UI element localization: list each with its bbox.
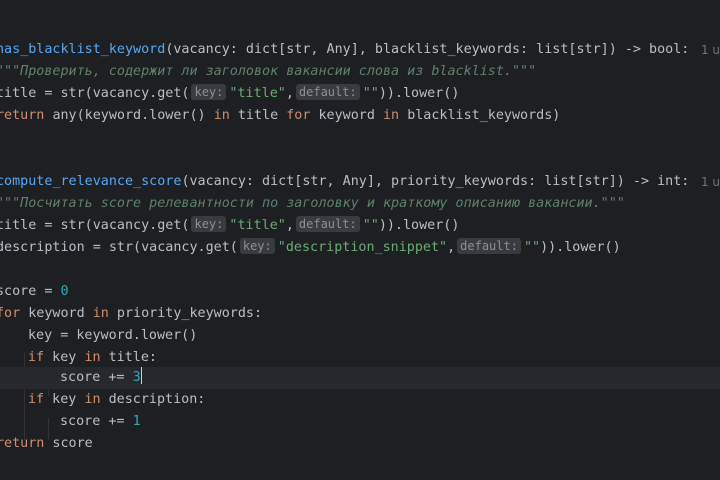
docstring: """Проверить, содержит ли заголовок вака…: [0, 64, 537, 79]
code-line-if-title[interactable]: if key in title:: [28, 347, 157, 369]
code-text: priority_keywords:: [108, 306, 263, 321]
code-line-if-description[interactable]: if key in description:: [28, 389, 205, 411]
code-line-description[interactable]: description = str(vacancy.get(key: "descr…: [0, 237, 621, 259]
code-text: score =: [0, 284, 61, 299]
keyword-in: in: [84, 350, 101, 365]
number-literal: 0: [60, 284, 69, 299]
code-line-inc-title: score += 3: [60, 367, 143, 389]
string-literal: "title": [229, 218, 286, 233]
keyword-return: return: [0, 108, 45, 123]
keyword-in: in: [383, 108, 400, 123]
code-line-docstring[interactable]: """Проверить, содержит ли заголовок вака…: [0, 61, 536, 83]
code-line-docstring[interactable]: """Посчитать score релевантности по заго…: [0, 193, 625, 215]
docstring: """Посчитать score релевантности по заго…: [0, 196, 625, 211]
keyword-in: in: [84, 392, 101, 407]
code-text: key: [44, 392, 85, 407]
keyword-for: for: [0, 306, 21, 321]
function-signature: (vacancy: dict[str, Any], priority_keywo…: [181, 174, 690, 189]
code-text: title:: [100, 350, 157, 365]
string-literal: "": [362, 86, 379, 101]
code-text: title = str(vacancy.get(: [0, 218, 190, 233]
number-literal: 3: [132, 370, 141, 385]
usages-hint[interactable]: 1 u: [701, 39, 720, 61]
code-text: ,: [285, 218, 294, 233]
keyword-if: if: [28, 350, 45, 365]
code-text: key = keyword.lower(): [28, 328, 198, 343]
code-text: description = str(vacancy.get(: [0, 240, 238, 255]
code-text: keyword: [20, 306, 93, 321]
code-line-inc-description[interactable]: score += 1: [60, 411, 141, 433]
function-name: compute_relevance_score: [0, 174, 182, 189]
string-literal: "title": [229, 86, 286, 101]
code-text: )).lower(): [540, 240, 621, 255]
code-text: description:: [100, 392, 206, 407]
code-text: any(keyword.lower(): [52, 108, 206, 123]
code-line-for[interactable]: for keyword in priority_keywords:: [0, 303, 262, 325]
code-text: )).lower(): [378, 86, 460, 101]
string-literal: "description_snippet": [277, 240, 448, 255]
code-text: title: [237, 108, 279, 123]
code-line-return-score[interactable]: return score: [0, 433, 93, 455]
code-text: score +=: [60, 414, 133, 429]
code-line-title[interactable]: title = str(vacancy.get(key: "title", defa…: [0, 83, 459, 105]
string-literal: "": [362, 218, 379, 233]
function-name: has_blacklist_keyword: [0, 42, 166, 57]
usages-hint[interactable]: 1 u: [701, 171, 720, 193]
code-line-score-init[interactable]: score = 0: [0, 281, 69, 303]
code-text: score: [44, 436, 93, 451]
param-hint-key: key:: [191, 216, 227, 232]
code-text: title = str(vacancy.get(: [0, 86, 190, 101]
code-editor[interactable]: has_blacklist_keyword(vacancy: dict[str,…: [0, 0, 720, 480]
code-text: )).lower(): [378, 218, 460, 233]
text-caret: [140, 367, 143, 384]
code-line-title[interactable]: title = str(vacancy.get(key: "title", defa…: [0, 215, 459, 237]
param-hint-default: default:: [295, 216, 360, 232]
param-hint-key: key:: [239, 238, 275, 254]
code-text: score +=: [60, 370, 133, 385]
code-line-current[interactable]: score += 3: [0, 367, 720, 389]
code-text: ,: [447, 240, 456, 255]
param-hint-key: key:: [191, 84, 227, 100]
param-hint-default: default:: [457, 238, 521, 254]
keyword-return: return: [0, 436, 45, 451]
code-text: key: [44, 350, 85, 365]
code-text: ,: [285, 86, 294, 101]
code-text: keyword: [318, 108, 375, 123]
keyword-for: for: [286, 108, 311, 123]
code-line-def-relevance[interactable]: compute_relevance_score(vacancy: dict[st…: [0, 171, 689, 193]
keyword-in: in: [213, 108, 230, 123]
code-text: blacklist_keywords): [407, 108, 561, 123]
param-hint-default: default:: [295, 84, 360, 100]
string-literal: "": [523, 240, 541, 255]
code-line-def-blacklist[interactable]: has_blacklist_keyword(vacancy: dict[str,…: [0, 39, 689, 61]
keyword-in: in: [92, 306, 109, 321]
keyword-if: if: [28, 392, 45, 407]
function-signature: (vacancy: dict[str, Any], blacklist_keyw…: [165, 42, 690, 57]
code-line-key[interactable]: key = keyword.lower(): [28, 325, 197, 347]
code-line-return-any[interactable]: return any(keyword.lower() in title for …: [0, 105, 560, 127]
number-literal: 1: [132, 414, 141, 429]
